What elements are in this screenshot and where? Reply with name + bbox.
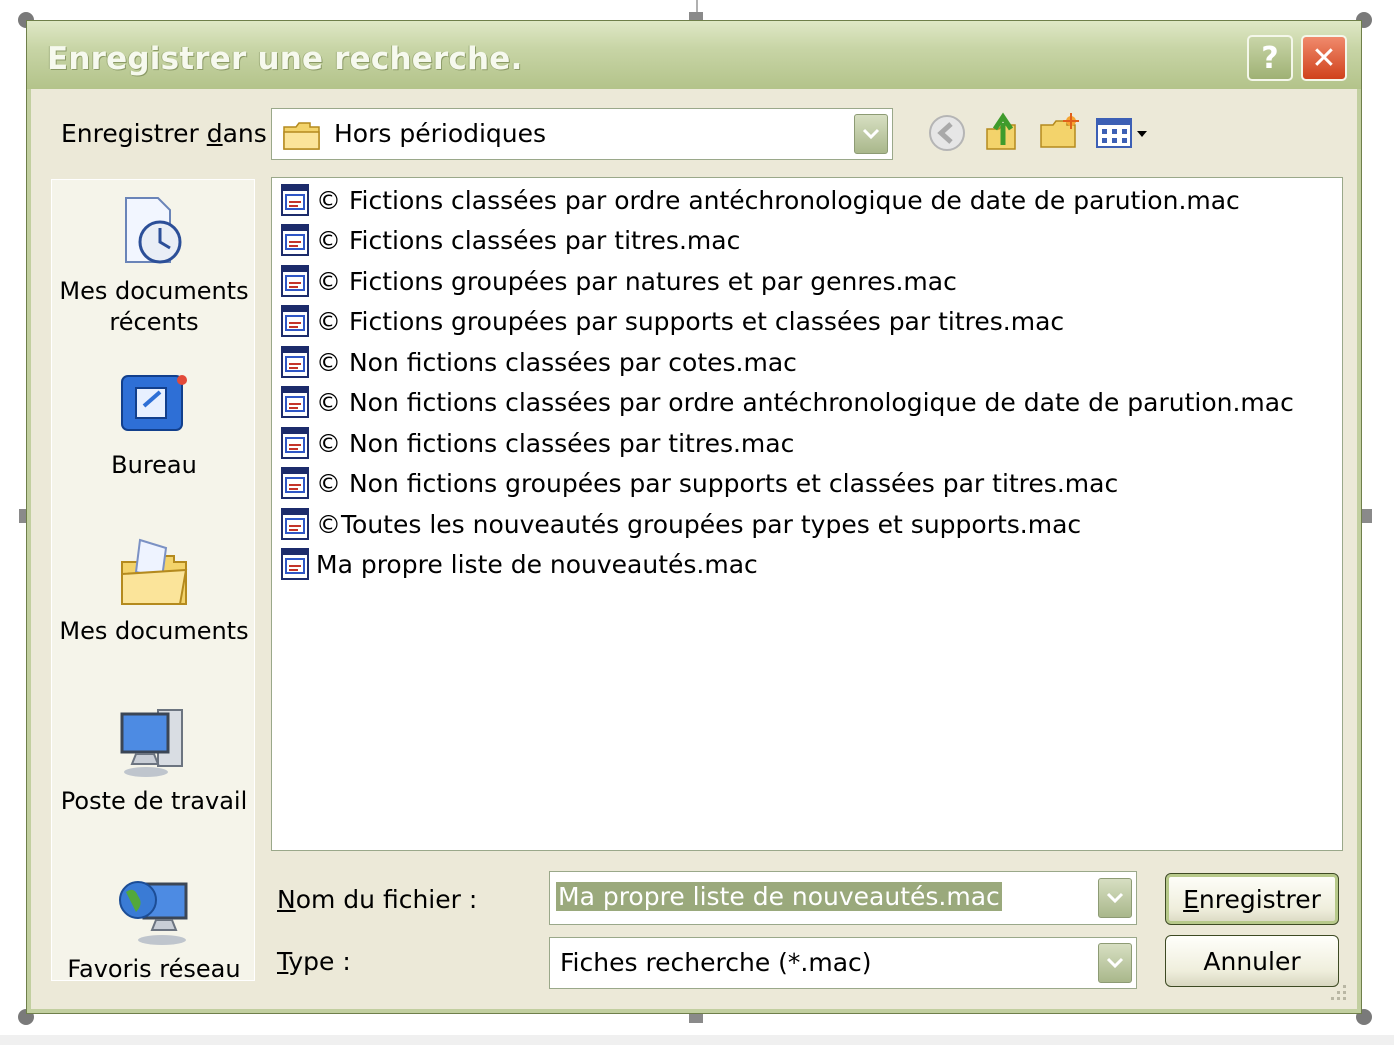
- file-list-item[interactable]: © Non fictions classées par ordre antéch…: [280, 382, 1294, 422]
- close-button[interactable]: ✕: [1301, 35, 1347, 81]
- title-bar: Enregistrer une recherche. ? ✕: [27, 21, 1361, 89]
- filename-dropdown-button[interactable]: [1098, 878, 1132, 918]
- place-my-computer[interactable]: Poste de travail: [52, 702, 256, 817]
- search-file-icon: [281, 305, 309, 337]
- file-list-item[interactable]: © Fictions classées par ordre antéchrono…: [280, 180, 1240, 220]
- place-label-line1: Bureau: [111, 451, 197, 479]
- desktop-icon: [121, 375, 187, 431]
- new-folder-icon[interactable]: [1037, 111, 1081, 155]
- file-name: © Non fictions classées par cotes.mac: [316, 347, 797, 377]
- file-name: © Fictions classées par ordre antéchrono…: [316, 185, 1240, 215]
- chevron-down-icon: [1106, 892, 1124, 904]
- location-dropdown-button[interactable]: [854, 114, 888, 154]
- search-file-icon: [281, 427, 309, 459]
- help-icon: ?: [1261, 40, 1279, 76]
- place-network-places[interactable]: Favoris réseau: [52, 870, 256, 985]
- file-name: © Non fictions groupées par supports et …: [316, 468, 1119, 498]
- chevron-down-icon: [862, 128, 880, 140]
- search-file-icon: [281, 265, 309, 297]
- places-bar: Mes documents récents Bureau Mes documen…: [51, 179, 256, 983]
- file-name: © Fictions classées par titres.mac: [316, 225, 741, 255]
- file-list-item[interactable]: © Fictions groupées par natures et par g…: [280, 261, 957, 301]
- search-file-icon: [281, 386, 309, 418]
- type-dropdown[interactable]: Fiches recherche (*.mac): [549, 937, 1137, 989]
- resize-grip-icon[interactable]: [1325, 979, 1349, 1003]
- cancel-button[interactable]: Annuler: [1165, 935, 1339, 987]
- filename-label: Nom du fichier :: [277, 885, 477, 914]
- save-button-accel: E: [1183, 884, 1199, 914]
- location-dropdown[interactable]: Hors périodiques: [271, 108, 893, 160]
- type-label-accel: T: [277, 947, 289, 976]
- save-button[interactable]: Enregistrer: [1165, 873, 1339, 925]
- file-list-item[interactable]: © Non fictions groupées par supports et …: [280, 463, 1118, 503]
- up-one-level-icon[interactable]: [981, 111, 1025, 155]
- document-background-strip: [0, 1035, 1394, 1045]
- cancel-button-label: Annuler: [1203, 946, 1301, 976]
- filename-field[interactable]: Ma propre liste de nouveautés.mac: [549, 871, 1137, 925]
- back-icon[interactable]: [925, 111, 969, 155]
- type-dropdown-button[interactable]: [1098, 943, 1132, 983]
- recent-documents-icon: [125, 197, 182, 264]
- my-computer-icon: [120, 709, 183, 777]
- search-file-icon: [281, 184, 309, 216]
- place-label-line1: Mes documents: [59, 617, 249, 645]
- chevron-down-icon: [1106, 957, 1124, 969]
- place-label-line1: Poste de travail: [60, 787, 248, 815]
- help-button[interactable]: ?: [1247, 35, 1293, 81]
- search-file-icon: [281, 346, 309, 378]
- place-recent-documents[interactable]: Mes documents récents: [52, 192, 256, 338]
- save-in-label: Enregistrer dans :: [61, 119, 283, 148]
- place-label-line1: Mes documents: [59, 277, 249, 305]
- folder-icon: [283, 122, 320, 150]
- search-file-icon: [281, 467, 309, 499]
- close-icon: ✕: [1311, 40, 1337, 76]
- file-list-item[interactable]: Ma propre liste de nouveautés.mac: [280, 544, 758, 584]
- dialog-body: Enregistrer dans : Hors périodiques Mes …: [31, 89, 1357, 1009]
- search-file-icon: [281, 508, 309, 540]
- file-list-item[interactable]: © Fictions groupées par supports et clas…: [280, 301, 1064, 341]
- file-list-item[interactable]: © Non fictions classées par cotes.mac: [280, 342, 797, 382]
- filename-label-accel: N: [277, 885, 296, 914]
- window-title: Enregistrer une recherche.: [47, 41, 523, 77]
- save-search-dialog: Enregistrer une recherche. ? ✕ Enregistr…: [26, 20, 1362, 1014]
- file-name: ©Toutes les nouveautés groupées par type…: [316, 509, 1082, 539]
- location-value: Hors périodiques: [334, 119, 547, 148]
- file-name: © Non fictions classées par titres.mac: [316, 428, 795, 458]
- file-list-item[interactable]: © Fictions classées par titres.mac: [280, 220, 740, 260]
- search-file-icon: [281, 548, 309, 580]
- file-name: © Fictions groupées par natures et par g…: [316, 266, 957, 296]
- type-label: Type :: [277, 947, 351, 976]
- save-in-label-pre: Enregistrer: [61, 119, 207, 148]
- file-name: © Non fictions classées par ordre antéch…: [316, 387, 1294, 417]
- filename-value: Ma propre liste de nouveautés.mac: [556, 882, 1002, 911]
- file-list-item[interactable]: © Non fictions classées par titres.mac: [280, 423, 794, 463]
- search-file-icon: [281, 224, 309, 256]
- place-label-line1: Favoris réseau: [67, 955, 241, 983]
- network-places-icon: [119, 881, 188, 945]
- save-in-label-accel: d: [206, 119, 223, 148]
- my-documents-icon: [121, 538, 188, 605]
- file-name: Ma propre liste de nouveautés.mac: [316, 549, 758, 579]
- file-name: © Fictions groupées par supports et clas…: [316, 306, 1065, 336]
- save-button-label: nregistrer: [1198, 884, 1321, 914]
- file-list[interactable]: © Fictions classées par ordre antéchrono…: [271, 177, 1343, 851]
- type-label-rest: ype :: [288, 947, 351, 976]
- place-my-documents[interactable]: Mes documents: [52, 532, 256, 647]
- place-label-line2: récents: [109, 308, 199, 336]
- filename-label-rest: om du fichier :: [295, 885, 478, 914]
- view-menu-icon[interactable]: [1093, 111, 1153, 155]
- file-list-item[interactable]: ©Toutes les nouveautés groupées par type…: [280, 504, 1081, 544]
- place-desktop[interactable]: Bureau: [52, 366, 256, 481]
- type-value: Fiches recherche (*.mac): [560, 948, 872, 977]
